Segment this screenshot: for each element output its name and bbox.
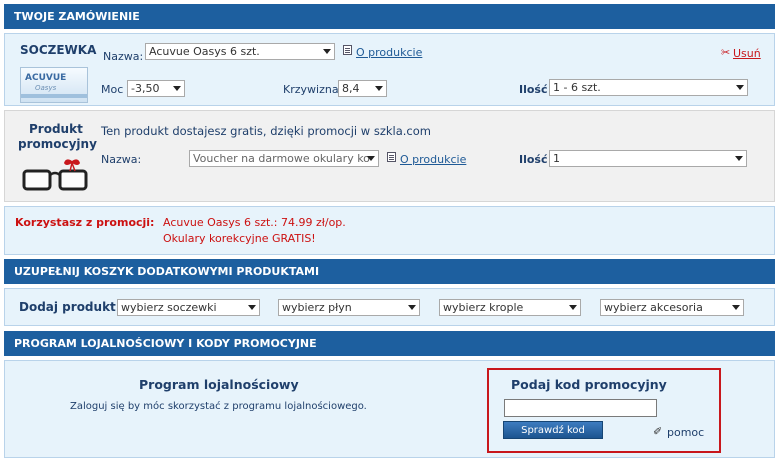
help-link[interactable]: pomoc (667, 426, 704, 439)
lens-power-value: -3,50 (131, 82, 160, 95)
lens-box-stripe (21, 94, 87, 98)
promotion-panel (4, 206, 775, 255)
lens-remove-link[interactable]: Usuń (733, 47, 761, 60)
chevron-down-icon (248, 305, 256, 310)
chevron-down-icon (736, 85, 744, 90)
lens-box-sub: Oasys (35, 84, 57, 92)
promo-name-value: Voucher na darmowe okulary ko (193, 152, 370, 165)
loyalty-text: Zaloguj się by móc skorzystać z programu… (70, 401, 367, 412)
lens-curve-label: Krzywizna (283, 83, 339, 96)
lens-power-select[interactable]: -3,50 (127, 80, 185, 97)
chevron-down-icon (173, 86, 181, 91)
select-fluid[interactable]: wybierz płyn (278, 299, 420, 316)
document-icon (387, 152, 396, 162)
lens-name-value: Acuvue Oasys 6 szt. (149, 45, 260, 58)
extras-label: Dodaj produkt (19, 300, 116, 314)
promotion-label: Korzystasz z promocji: (15, 216, 155, 229)
lens-name-label: Nazwa: (103, 50, 144, 63)
select-drops-value: wybierz krople (443, 301, 524, 314)
chevron-down-icon (735, 156, 743, 161)
lens-qty-select[interactable]: 1 - 6 szt. (549, 79, 748, 96)
select-lenses-value: wybierz soczewki (121, 301, 217, 314)
chevron-down-icon (569, 305, 577, 310)
document-icon (343, 45, 352, 55)
lens-curve-select[interactable]: 8,4 (338, 80, 387, 97)
promo-qty-label: Ilość (519, 153, 548, 166)
glasses-image (22, 159, 88, 191)
extras-section-header: UZUPEŁNIJ KOSZYK DODATKOWYMI PRODUKTAMI (4, 259, 775, 284)
promo-qty-value: 1 (553, 152, 560, 165)
promotion-line2: Okulary korekcyjne GRATIS! (163, 232, 316, 245)
lens-qty-label: Ilość (519, 83, 548, 96)
lens-name-select[interactable]: Acuvue Oasys 6 szt. (145, 43, 335, 60)
promotion-line1: Acuvue Oasys 6 szt.: 74.99 zł/op. (163, 216, 346, 229)
chevron-down-icon (408, 305, 416, 310)
select-fluid-value: wybierz płyn (282, 301, 352, 314)
help-icon: ✐ (653, 425, 663, 438)
lens-about-link[interactable]: O produkcie (356, 46, 422, 59)
promo-code-title: Podaj kod promocyjny (511, 377, 667, 392)
promo-name-label: Nazwa: (101, 153, 142, 166)
chevron-down-icon (375, 86, 383, 91)
loyalty-section-header: PROGRAM LOJALNOŚCIOWY I KODY PROMOCYJNE (4, 331, 775, 356)
promo-qty-select[interactable]: 1 (549, 150, 747, 167)
lens-qty-value: 1 - 6 szt. (553, 81, 601, 94)
promo-info-text: Ten produkt dostajesz gratis, dzięki pro… (101, 124, 431, 138)
order-section-header: TWOJE ZAMÓWIENIE (4, 4, 775, 29)
check-code-button[interactable]: Sprawdź kod (503, 421, 603, 439)
select-drops[interactable]: wybierz krople (439, 299, 581, 316)
promo-title-line1: Produkt (29, 122, 83, 136)
select-accessories-value: wybierz akcesoria (604, 301, 703, 314)
promo-about-link[interactable]: O produkcie (400, 153, 466, 166)
chevron-down-icon (732, 305, 740, 310)
select-lenses[interactable]: wybierz soczewki (117, 299, 260, 316)
lens-box-brand: ACUVUE (25, 73, 67, 83)
lens-title: SOCZEWKA (20, 43, 97, 57)
select-accessories[interactable]: wybierz akcesoria (600, 299, 744, 316)
loyalty-title: Program lojalnościowy (139, 377, 299, 392)
promo-title-line2: promocyjny (18, 137, 97, 151)
chevron-down-icon (323, 49, 331, 54)
lens-power-label: Moc (101, 83, 124, 96)
chevron-down-icon (367, 156, 375, 161)
promo-name-select[interactable]: Voucher na darmowe okulary ko (189, 150, 379, 167)
lens-product-image: ACUVUE Oasys (20, 67, 88, 103)
promo-code-input[interactable] (504, 399, 657, 417)
lens-curve-value: 8,4 (342, 82, 360, 95)
trash-icon[interactable]: ✂ (721, 47, 731, 58)
